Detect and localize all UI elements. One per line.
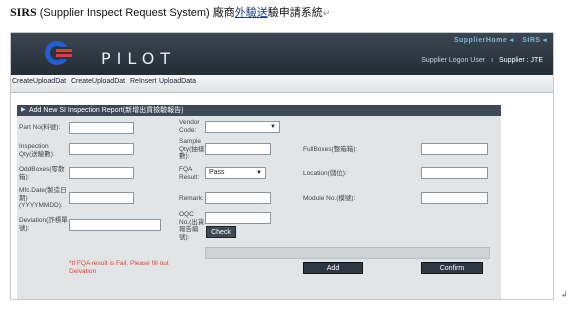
remark-input[interactable] [205,192,271,204]
sample-qty-input[interactable] [205,143,271,155]
menu-upload-data[interactable]: UploadData [159,78,196,85]
fqa-warning-text: *If FQA result is Fail, Please fill out … [69,260,169,275]
menu-create-upload-data-1[interactable]: CreateUploadDat [12,78,66,85]
module-no-label: Module No.(模號): [303,195,356,202]
confirm-button[interactable]: Confirm [421,262,483,274]
title-underlined: 外驗送 [234,7,268,19]
deviation-label: Deviation(詐標單號): [19,217,68,232]
form-title: Add New SI Inspection Report(新增出貨檢驗報告) [29,107,184,114]
vendor-code-label: Vendor Code: [179,119,200,134]
deviation-input[interactable] [69,219,161,231]
user-info: Supplier Logon User ı Supplier : JTE [421,57,543,64]
app-screenshot: PILOT SupplierHome ◂ SIRS ◂ Supplier Log… [10,32,554,300]
supplier-name: Supplier : JTE [499,57,543,64]
title-end: 驗申請系統 [267,7,323,19]
part-no-input[interactable] [69,122,134,134]
menu-bar: CreateUploadDat CreateUploadDat ReInsert… [11,75,553,93]
sample-qty-label: Sample Qty(抽樣數): [179,138,205,160]
fqa-result-select[interactable]: Pass ▼ [205,167,266,179]
menu-reinsert[interactable]: ReInsert [130,78,156,85]
nav-sirs[interactable]: SIRS ◂ [522,37,547,44]
status-bar [205,247,490,259]
paragraph-mark: ↵ [322,8,331,18]
inspection-form-panel: ▶ Add New SI Inspection Report(新增出貨檢驗報告)… [17,105,501,299]
full-boxes-label: FullBoxes(整箱箱): [303,146,358,153]
logon-user-label: Supplier Logon User [421,57,486,64]
check-button[interactable]: Check [206,226,236,238]
menu-create-upload-data-2[interactable]: CreateUploadDat [71,78,125,85]
oqc-no-label: OQC No.(出貨報告編號): [179,211,205,241]
header-bar: PILOT SupplierHome ◂ SIRS ◂ Supplier Log… [11,33,553,75]
nav-supplier-home[interactable]: SupplierHome ◂ [454,37,514,44]
user-separator: ı [491,57,494,64]
remark-label: Remark: [179,195,204,202]
odd-boxes-label: OddBoxes(零散箱): [19,166,65,181]
line-break-mark: ↲ [561,290,568,299]
pilot-logo-icon [45,41,72,65]
mfc-date-input[interactable] [69,192,134,204]
inspection-qty-input[interactable] [69,143,134,155]
add-button[interactable]: Add [303,262,363,274]
form-header: ▶ Add New SI Inspection Report(新增出貨檢驗報告) [17,105,501,116]
odd-boxes-input[interactable] [69,167,134,179]
title-mid: (Supplier Inspect Request System) 廠商 [39,7,235,19]
location-label: Location(儲位): [303,170,347,177]
location-input[interactable] [421,167,488,179]
chevron-down-icon: ▼ [256,170,262,176]
vendor-code-select[interactable]: ▼ [205,121,280,133]
top-nav: SupplierHome ◂ SIRS ◂ [448,36,547,44]
full-boxes-input[interactable] [421,143,488,155]
chevron-down-icon: ▼ [270,124,276,130]
oqc-no-input[interactable] [205,212,271,224]
collapse-arrow-icon[interactable]: ▶ [21,105,26,116]
title-bold: SIRS [10,5,37,19]
part-no-label: Part No(料號): [19,124,61,131]
module-no-input[interactable] [421,192,488,204]
brand-name: PILOT [101,49,177,68]
fqa-result-value: Pass [209,169,225,176]
document-title: SIRS (Supplier Inspect Request System) 廠… [10,4,330,20]
inspection-qty-label: Inspection Qty(送驗數): [19,143,55,158]
mfc-date-label: Mfc.Date(製造日期)(YYYYMMDD): [19,187,67,209]
fqa-result-label: FQA Result: [179,166,200,181]
